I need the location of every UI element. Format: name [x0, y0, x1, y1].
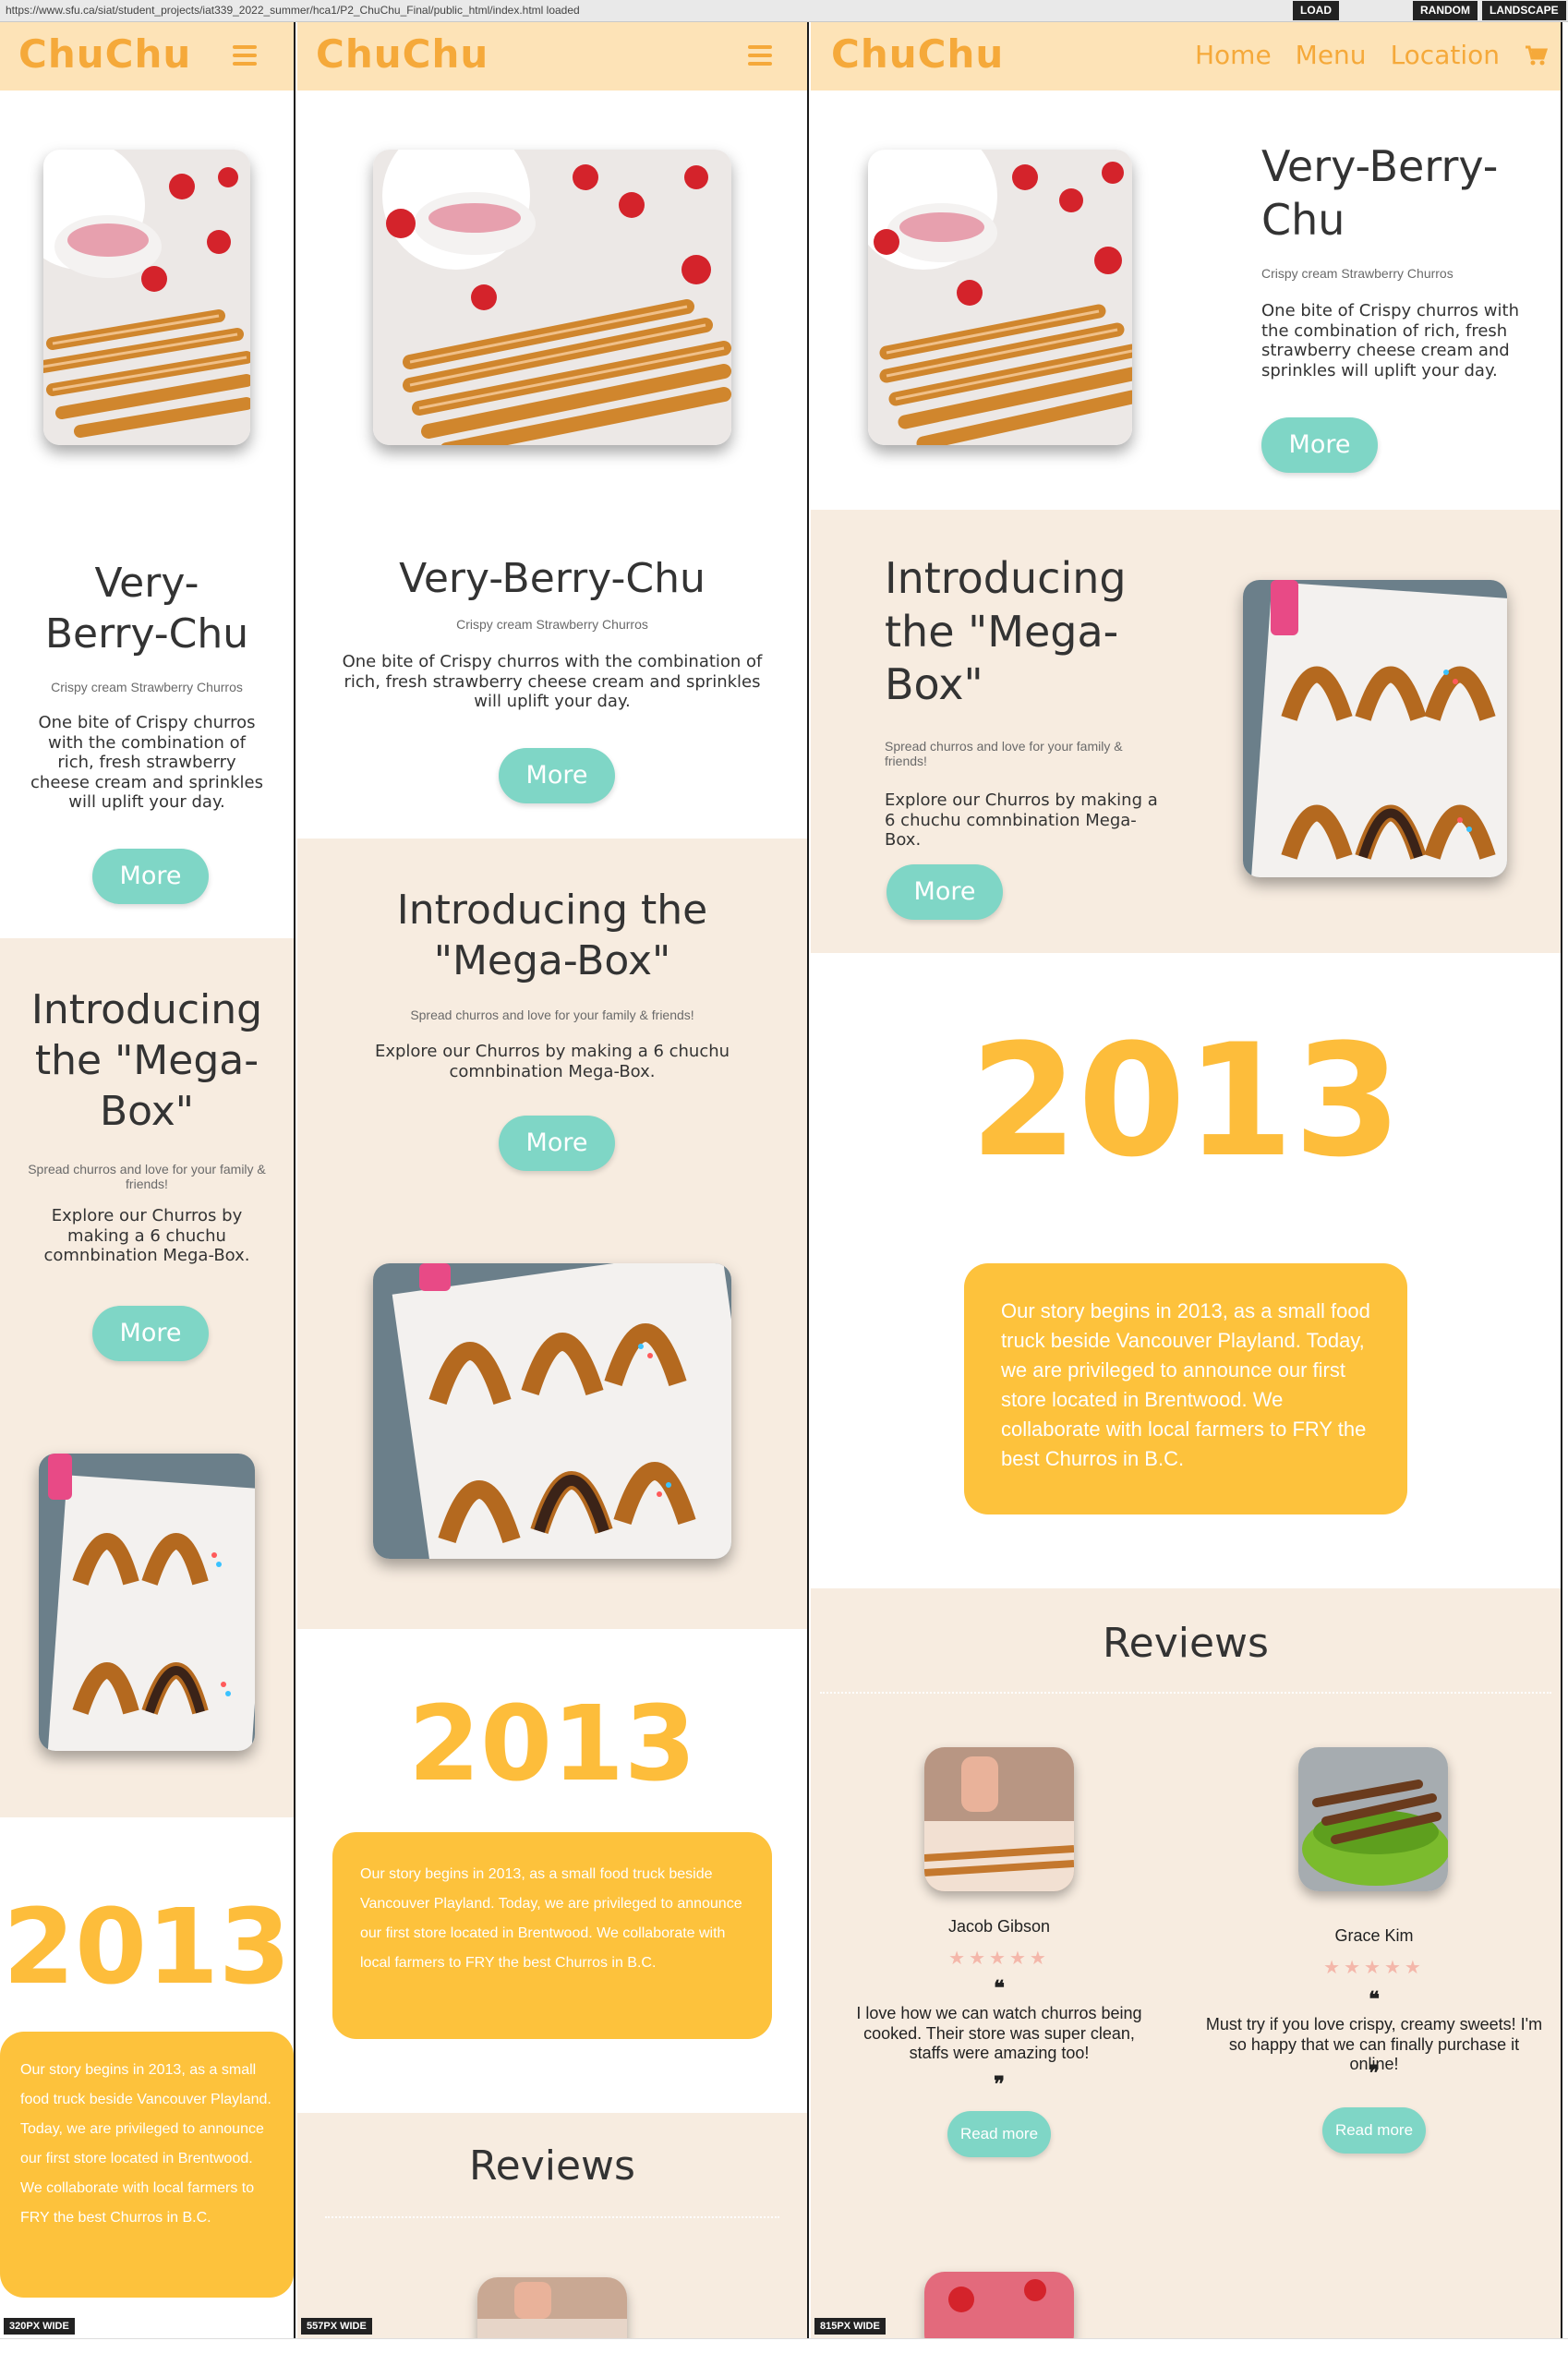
site-logo[interactable]: ChuChu [316, 31, 488, 77]
review-avatar [924, 1747, 1074, 1891]
url-status: https://www.sfu.ca/siat/student_projects… [6, 4, 580, 17]
megabox-section: Introducing the "Mega-Box" Spread churro… [0, 938, 294, 1817]
hero-title: Very-Berry-Chu [399, 555, 706, 602]
strawberry-churros-image [43, 150, 250, 445]
frame-divider [807, 22, 809, 2338]
review-avatar-image [477, 2277, 627, 2338]
hero-description: One bite of Crispy churros with the comb… [342, 652, 763, 712]
megabox-subtitle: Spread churros and love for your family … [885, 739, 1123, 768]
hero-more-button[interactable]: More [1261, 417, 1378, 473]
megabox-title: Introducing the "Mega-Box" [30, 986, 263, 1135]
megabox-section: Introducing the "Mega-Box" Spread churro… [811, 510, 1561, 953]
reviews-title: Reviews [1103, 1620, 1269, 1667]
review-avatar [477, 2277, 627, 2338]
reviews-section: Reviews Jacob Gibson ★★★★★ ❝ I love how … [811, 1588, 1561, 2338]
width-badge-815: 815PX WIDE [814, 2318, 886, 2335]
story-card: Our story begins in 2013, as a small foo… [0, 2032, 294, 2298]
frame-divider [1561, 22, 1562, 2338]
site-navbar: ChuChu Home Menu Location [811, 22, 1561, 90]
reviews-title: Reviews [469, 2142, 635, 2190]
bottom-strip [0, 2338, 1568, 2353]
preview-frame-815: ChuChu Home Menu Location Very-Berry- Ch… [811, 22, 1561, 2338]
review-text: I love how we can watch churros being co… [856, 2004, 1142, 2063]
reviews-section: Reviews [297, 2113, 807, 2338]
review-avatar [1298, 1747, 1448, 1891]
megabox-photo [1243, 580, 1507, 877]
megabox-more-button[interactable]: More [887, 864, 1003, 920]
preview-frame-557: ChuChu Very-Berry-Chu Crispy cream Straw… [297, 22, 807, 2338]
hamburger-icon[interactable] [233, 45, 257, 66]
hamburger-icon[interactable] [748, 45, 772, 66]
strawberry-churros-photo [43, 150, 250, 445]
strawberry-churros-image [868, 150, 1132, 445]
nav-location[interactable]: Location [1391, 40, 1500, 70]
review-name: Jacob Gibson [947, 1917, 1051, 1936]
star-icon: ★★★★★ [948, 1947, 1050, 1969]
megabox-image [1243, 580, 1507, 877]
quote-icon: ❞ [994, 2072, 1005, 2096]
browser-toolbar: https://www.sfu.ca/siat/student_projects… [0, 0, 1568, 22]
load-button[interactable]: LOAD [1293, 1, 1339, 20]
cart-icon[interactable] [1524, 45, 1549, 66]
review-avatar [924, 2272, 1074, 2338]
site-navbar: ChuChu [297, 22, 807, 90]
nav-menu[interactable]: Menu [1296, 40, 1367, 70]
strawberry-churros-photo [373, 150, 731, 445]
megabox-description: Explore our Churros by making a 6 chuchu… [885, 790, 1158, 851]
megabox-more-button[interactable]: More [499, 1116, 615, 1171]
site-logo[interactable]: ChuChu [18, 31, 191, 77]
hero-more-button[interactable]: More [499, 748, 615, 803]
story-year: 2013 [408, 1684, 696, 1804]
megabox-photo [39, 1454, 255, 1751]
read-more-button[interactable]: Read more [1322, 2107, 1426, 2154]
megabox-image [373, 1263, 731, 1559]
hero-subtitle: Crispy cream Strawberry Churros [1261, 266, 1453, 281]
hero-description: One bite of Crispy churros with the comb… [30, 713, 263, 813]
megabox-more-button[interactable]: More [92, 1306, 209, 1361]
story-year: 2013 [3, 1888, 291, 2008]
review-avatar-image [924, 2272, 1074, 2338]
megabox-subtitle: Spread churros and love for your family … [28, 1162, 266, 1191]
hero-more-button[interactable]: More [92, 849, 209, 904]
megabox-subtitle: Spread churros and love for your family … [410, 1008, 694, 1022]
read-more-button[interactable]: Read more [947, 2111, 1051, 2157]
hero-title: Very-Berry- Chu [1261, 141, 1499, 245]
width-badge-557: 557PX WIDE [301, 2318, 372, 2335]
landscape-button[interactable]: LANDSCAPE [1482, 1, 1566, 20]
nav-links: Home Menu Location [1195, 40, 1549, 70]
quote-icon: ❝ [1369, 1987, 1380, 2011]
frame-divider [294, 22, 296, 2338]
random-button[interactable]: RANDOM [1413, 1, 1478, 20]
megabox-image [39, 1454, 255, 1751]
strawberry-churros-image [373, 150, 731, 445]
review-name: Grace Kim [1334, 1926, 1414, 1945]
megabox-title: Introducing the "Mega-Box" [396, 887, 708, 984]
hero-title: Very- Berry-Chu [44, 560, 249, 658]
strawberry-churros-photo [868, 150, 1132, 445]
megabox-section: Introducing the "Mega-Box" Spread churro… [297, 839, 807, 1629]
hero-subtitle: Crispy cream Strawberry Churros [456, 617, 648, 632]
nav-home[interactable]: Home [1195, 40, 1272, 70]
width-badge-320: 320PX WIDE [4, 2318, 75, 2335]
megabox-description: Explore our Churros by making a 6 chuchu… [43, 1206, 250, 1266]
hero-description: One bite of Crispy churros with the comb… [1261, 301, 1519, 380]
story-card: Our story begins in 2013, as a small foo… [964, 1263, 1407, 1514]
site-navbar: ChuChu [0, 22, 294, 90]
reviews-divider [820, 1692, 1551, 1694]
story-card: Our story begins in 2013, as a small foo… [332, 1832, 772, 2039]
megabox-photo [373, 1263, 731, 1559]
review-avatar-image [924, 1747, 1074, 1891]
site-logo[interactable]: ChuChu [831, 31, 1004, 77]
reviews-divider [325, 2216, 779, 2218]
megabox-title: Introducing the "Mega-Box" [885, 553, 1127, 709]
star-icon: ★★★★★ [1323, 1956, 1425, 1978]
review-avatar-image [1298, 1747, 1448, 1891]
hero-subtitle: Crispy cream Strawberry Churros [51, 680, 243, 694]
megabox-description: Explore our Churros by making a 6 chuchu… [374, 1042, 730, 1081]
story-year: 2013 [970, 1010, 1402, 1191]
quote-icon: ❝ [994, 1976, 1005, 2000]
preview-frame-320: ChuChu Very- Berry-Chu Crispy cream Stra… [0, 22, 294, 2338]
quote-icon: ❞ [1369, 2061, 1380, 2085]
